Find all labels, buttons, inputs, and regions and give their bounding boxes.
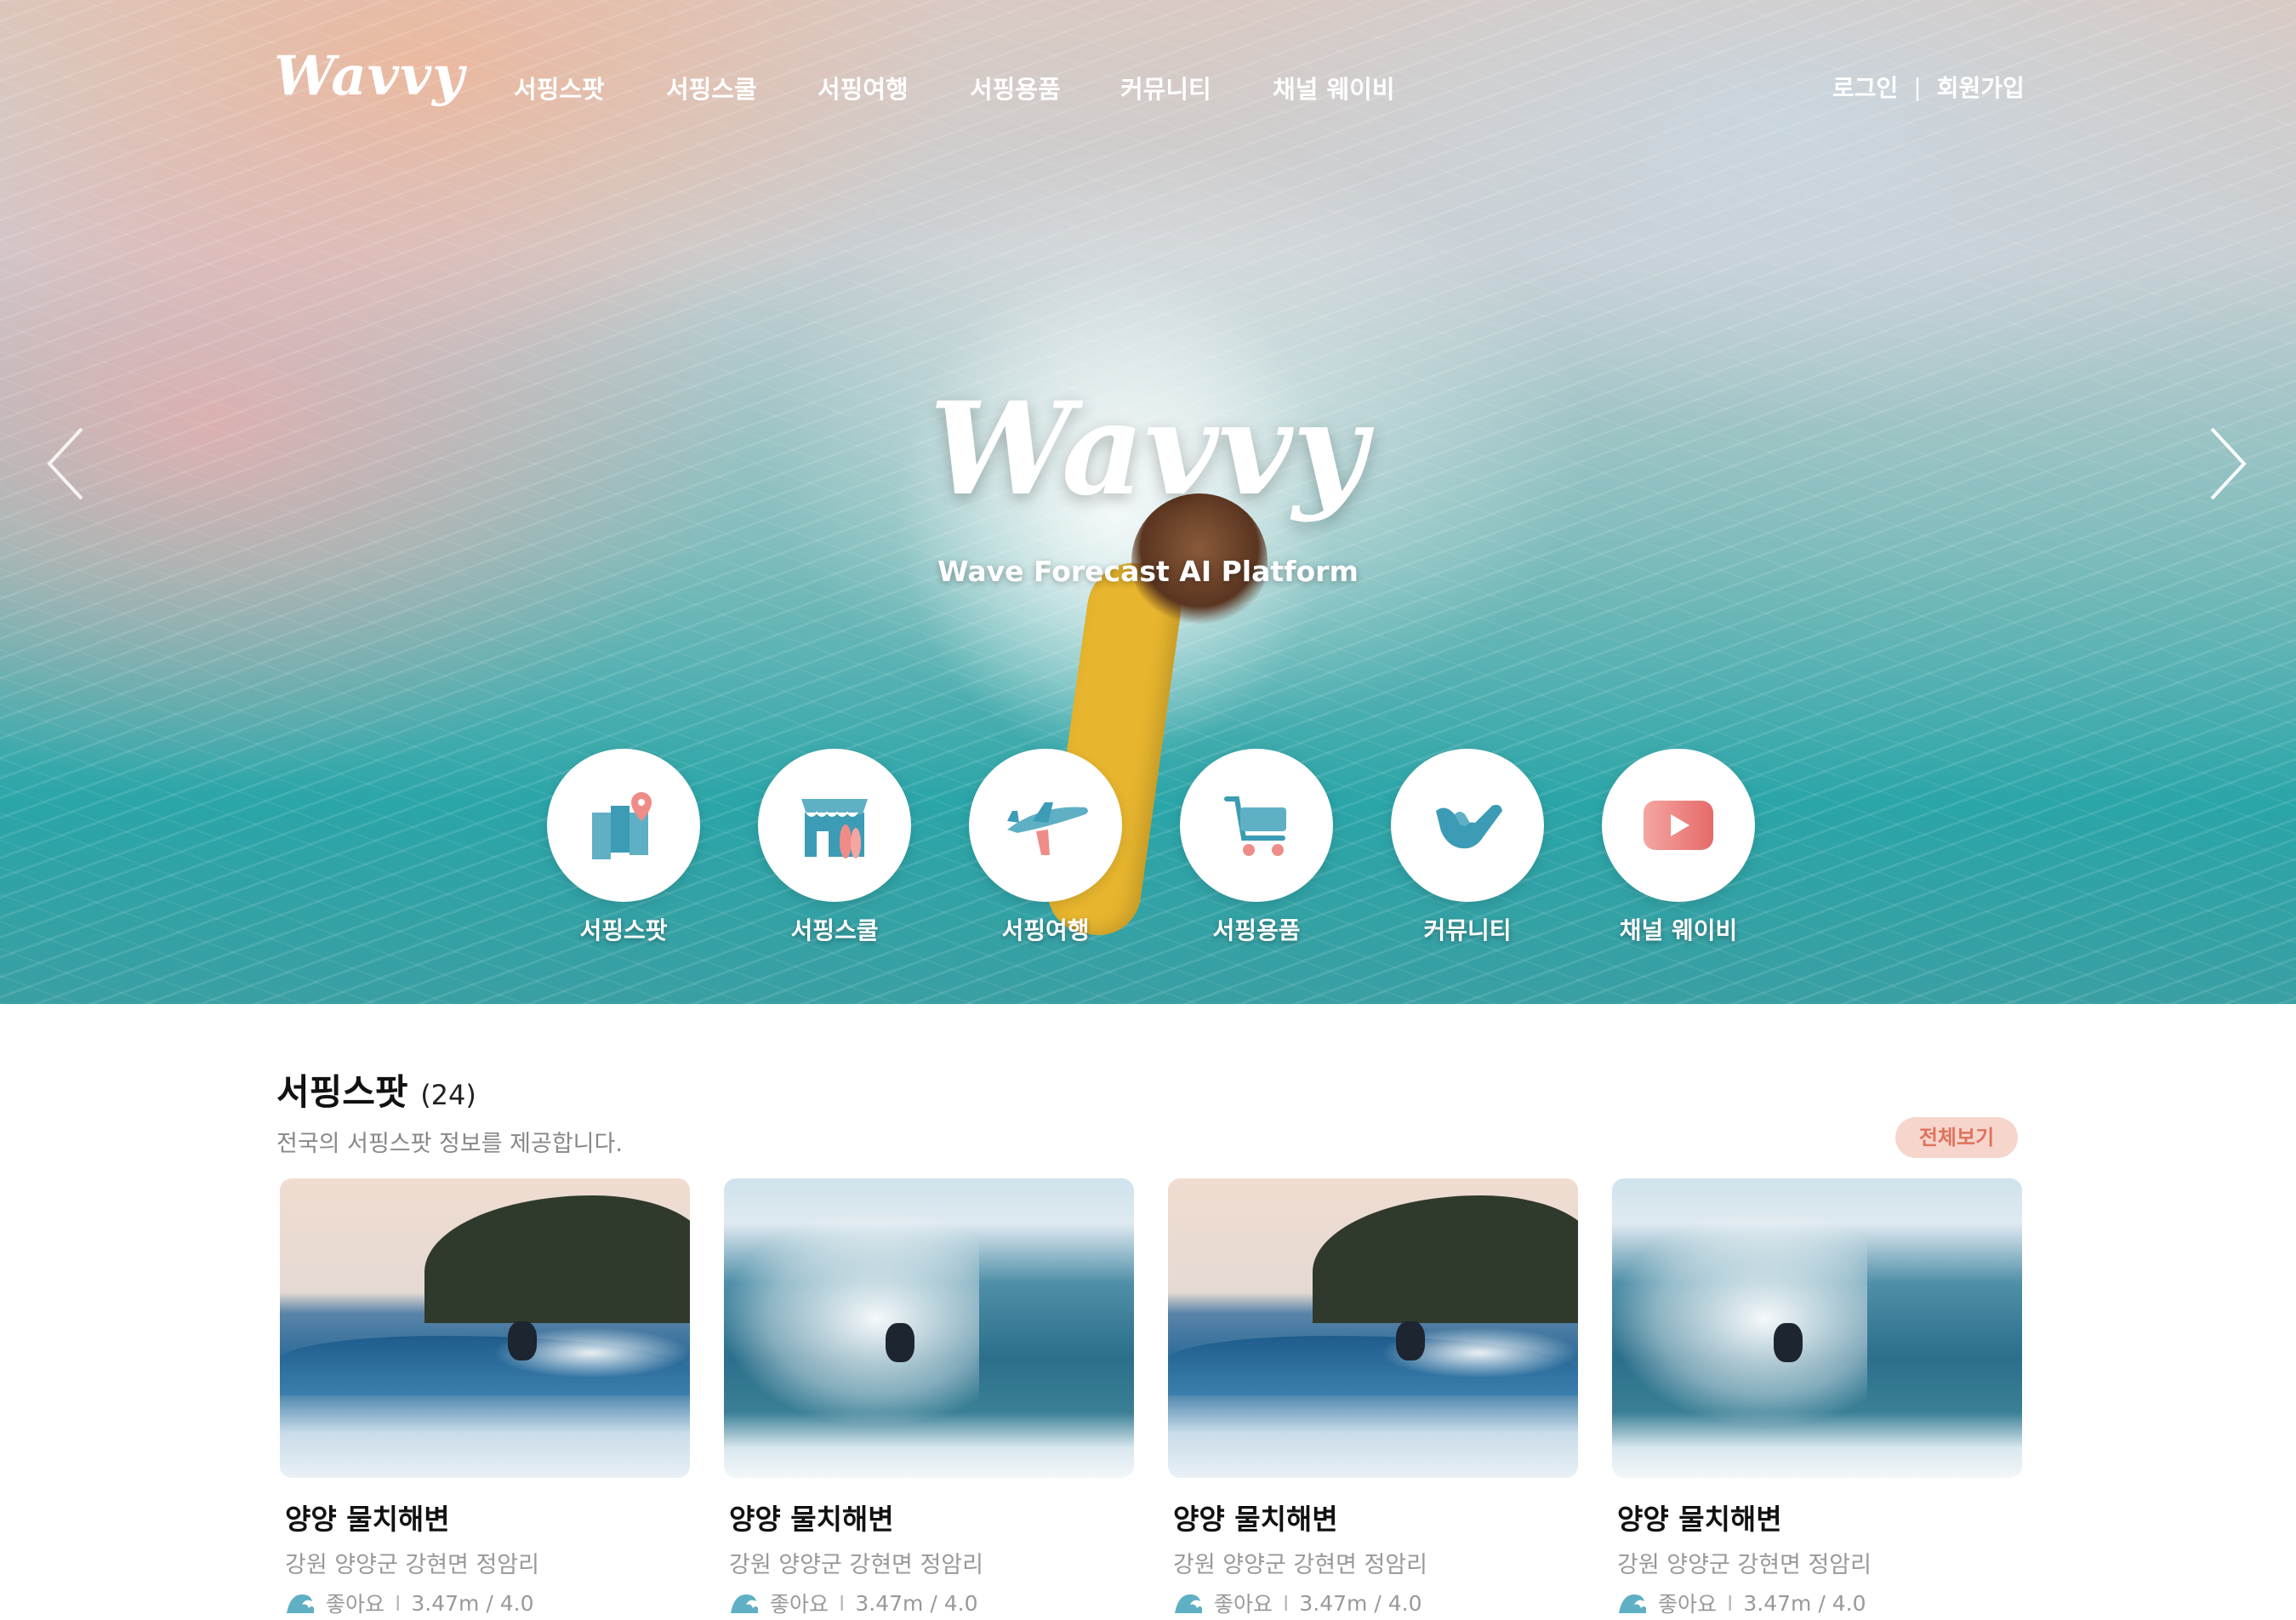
shaka-hand-icon [1436,804,1502,849]
spot-status: 좋아요 [1658,1592,1718,1617]
quick-link-label: 서핑스팟 [579,916,668,944]
auth-separator: | [1913,72,1922,101]
spot-meta: 좋아요 I 3.47m / 4.0 [1617,1588,2022,1618]
spot-image [1168,1178,1578,1478]
spot-address: 강원 양양군 강현면 정암리 [729,1552,983,1578]
quick-link-circle [1180,749,1333,902]
spot-wave-height: 3.47m / 4.0 [1299,1590,1422,1616]
section-description: 전국의 서핑스팟 정보를 제공합니다. [276,1131,623,1157]
spot-address: 강원 양양군 강현면 정암리 [1173,1552,1427,1578]
spot-meta: 좋아요 I 3.47m / 4.0 [729,1588,1134,1618]
quick-link-channel[interactable]: 채널 웨이비 [1602,749,1755,946]
spot-status: 좋아요 [326,1592,385,1617]
quick-link-label: 서핑스쿨 [790,916,879,944]
wave-icon [287,1594,314,1613]
spot-card[interactable]: 양양 물치해변 강원 양양군 강현면 정암리 좋아요 I 3.47m / 4.0 [280,1178,690,1618]
cart-icon [1224,796,1286,856]
quick-link-label: 서핑여행 [1001,916,1090,944]
spot-name: 양양 물치해변 [285,1503,450,1536]
section-title: 서핑스팟 (24) [276,1064,476,1115]
top-navigation: Wavvy 서핑스팟 서핑스쿨 서핑여행 서핑용품 커뮤니티 채널 웨이비 로그… [0,0,2296,179]
spot-status: 좋아요 [770,1592,829,1617]
view-all-button[interactable]: 전체보기 [1895,1117,2018,1158]
spot-status: 좋아요 [1214,1592,1273,1617]
quick-link-circle [1602,749,1755,902]
spot-image [724,1178,1134,1478]
quick-link-surf-travel[interactable]: 서핑여행 [969,749,1122,946]
meta-separator: I [839,1590,846,1616]
spot-card[interactable]: 양양 물치해변 강원 양양군 강현면 정암리 좋아요 I 3.47m / 4.0 [1612,1178,2022,1618]
meta-separator: I [395,1590,402,1616]
spot-wave-height: 3.47m / 4.0 [1743,1590,1866,1616]
section-title-text: 서핑스팟 [276,1071,408,1113]
logo[interactable]: Wavvy [274,44,464,108]
quick-link-circle [969,749,1122,902]
spot-meta: 좋아요 I 3.47m / 4.0 [1173,1588,1578,1618]
quick-link-label: 채널 웨이비 [1619,916,1738,944]
quick-link-surf-school[interactable]: 서핑스쿨 [758,749,911,946]
hero-subtitle: Wave Forecast AI Platform [937,555,1359,588]
wave-icon [1175,1594,1202,1613]
nav-item-surf-gear[interactable]: 서핑용품 [970,70,1061,106]
spot-meta: 좋아요 I 3.47m / 4.0 [285,1588,690,1618]
quick-link-label: 커뮤니티 [1423,916,1512,944]
spot-name: 양양 물치해변 [729,1503,894,1536]
nav-item-channel[interactable]: 채널 웨이비 [1273,70,1395,106]
play-button-icon [1644,801,1713,850]
wave-icon [1619,1594,1646,1613]
spot-name: 양양 물치해변 [1617,1503,1782,1536]
spot-address: 강원 양양군 강현면 정암리 [285,1552,539,1578]
spot-name: 양양 물치해변 [1173,1503,1338,1536]
map-pin-icon [592,792,652,859]
wave-icon [731,1594,758,1613]
nav-item-surf-travel[interactable]: 서핑여행 [818,70,909,106]
quick-link-surf-gear[interactable]: 서핑용품 [1180,749,1333,946]
meta-separator: I [1727,1590,1734,1616]
spot-address: 강원 양양군 강현면 정암리 [1617,1552,1872,1578]
signup-link[interactable]: 회원가입 [1937,70,2025,104]
quick-link-circle [547,749,700,902]
hero-banner: Wavvy 서핑스팟 서핑스쿨 서핑여행 서핑용품 커뮤니티 채널 웨이비 로그… [0,0,2296,1004]
quick-link-circle [758,749,911,902]
airplane-icon [1007,802,1088,855]
section-count: (24) [420,1079,476,1111]
quick-link-circle [1391,749,1544,902]
spot-image [280,1178,690,1478]
hero-title: Wavvy [929,374,1367,524]
quick-link-surf-spot[interactable]: 서핑스팟 [547,749,700,946]
spot-image [1612,1178,2022,1478]
nav-item-surf-school[interactable]: 서핑스쿨 [666,70,757,106]
spot-card[interactable]: 양양 물치해변 강원 양양군 강현면 정암리 좋아요 I 3.47m / 4.0 [724,1178,1134,1618]
auth-links: 로그인 | 회원가입 [1832,70,2025,104]
nav-item-surf-spot[interactable]: 서핑스팟 [514,70,605,106]
quick-link-community[interactable]: 커뮤니티 [1391,749,1544,946]
spot-wave-height: 3.47m / 4.0 [855,1590,978,1616]
meta-separator: I [1283,1590,1290,1616]
nav-item-community[interactable]: 커뮤니티 [1120,70,1211,106]
spot-card[interactable]: 양양 물치해변 강원 양양군 강현면 정암리 좋아요 I 3.47m / 4.0 [1168,1178,1578,1618]
login-link[interactable]: 로그인 [1832,70,1898,104]
quick-link-label: 서핑용품 [1212,916,1301,944]
spot-wave-height: 3.47m / 4.0 [411,1590,534,1616]
shop-icon [801,799,868,858]
